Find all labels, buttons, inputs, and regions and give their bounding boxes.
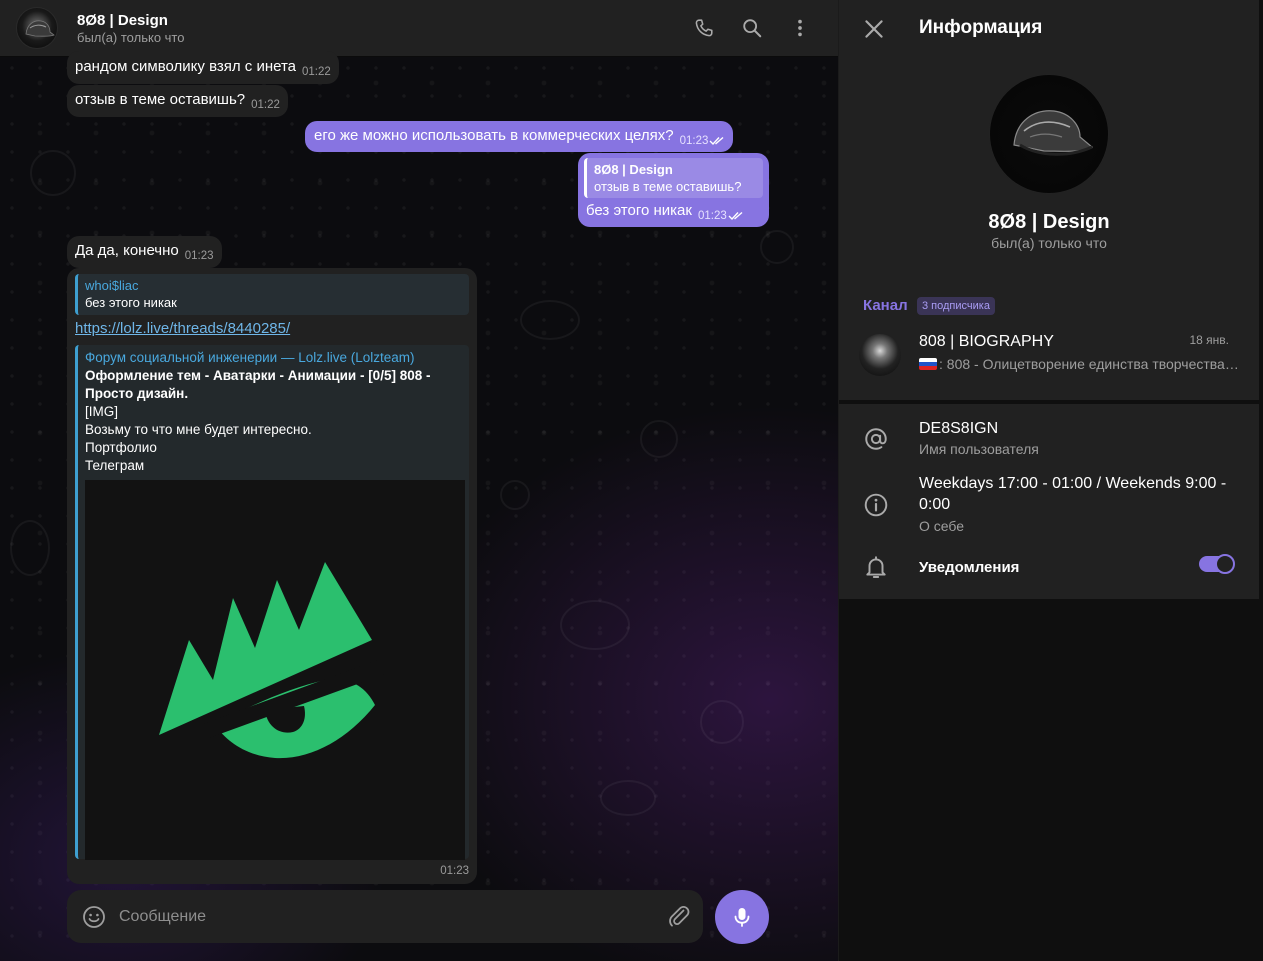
cap-image — [25, 20, 55, 37]
wallpaper-doodle — [30, 150, 76, 196]
chat-title[interactable]: 8Ø8 | Design — [77, 11, 184, 30]
wallpaper-doodle — [560, 600, 630, 650]
preview-line: [IMG] — [85, 404, 118, 419]
message-time: 01:23 — [698, 210, 744, 222]
message-composer[interactable] — [67, 890, 703, 943]
subscriber-count-badge: 3 подписчика — [917, 297, 995, 315]
wallpaper-doodle — [500, 480, 530, 510]
channel-date: 18 янв. — [1189, 333, 1229, 347]
wallpaper-doodle — [600, 780, 656, 816]
notifications-toggle[interactable] — [1199, 554, 1235, 574]
message-time: 01:23 — [440, 865, 469, 877]
profile-avatar[interactable] — [989, 74, 1109, 194]
bell-icon — [866, 556, 886, 578]
link-preview[interactable]: Форум социальной инженерии — Lolz.live (… — [75, 345, 469, 860]
details-section: DE8S8IGN Имя пользователя Weekdays 17:00… — [839, 404, 1259, 599]
chat-header[interactable]: 8Ø8 | Design был(а) только что — [0, 0, 838, 57]
search-icon[interactable] — [738, 14, 766, 42]
message-text: его же можно использовать в коммерческих… — [314, 127, 674, 144]
preview-line: Портфолио — [85, 440, 157, 455]
incoming-message[interactable]: Да да, конечно 01:23 — [67, 236, 222, 268]
emoji-icon[interactable] — [82, 905, 106, 929]
message-time: 01:23 — [184, 250, 214, 262]
username-value[interactable]: DE8S8IGN — [919, 418, 1239, 439]
close-icon[interactable] — [861, 16, 887, 42]
preview-title: Оформление тем - Аватарки - Анимации - [… — [85, 368, 431, 401]
channel-name[interactable]: 808 | BIOGRAPHY — [919, 333, 1054, 351]
cap-image — [1013, 110, 1094, 156]
message-input[interactable] — [119, 907, 649, 926]
mic-icon — [734, 908, 750, 927]
profile-status: был(а) только что — [991, 235, 1107, 251]
phone-icon[interactable] — [690, 14, 718, 42]
profile-section: Информация 8Ø8 | Design был(а) только чт… — [839, 0, 1259, 400]
reply-quote[interactable]: whoi$liac без этого никак — [75, 274, 469, 315]
thread-link[interactable]: https://lolz.live/threads/8440285/ — [75, 320, 290, 337]
russia-flag-icon — [919, 358, 937, 370]
reply-author: 8Ø8 | Design — [594, 162, 673, 177]
channel-description-text: : 808 - Олицетворение единства творчеств… — [939, 356, 1239, 372]
incoming-message[interactable]: отзыв в теме оставишь? 01:22 — [67, 85, 288, 117]
attach-icon[interactable] — [667, 904, 691, 928]
avatar[interactable] — [16, 7, 58, 49]
read-ticks-icon — [728, 211, 743, 221]
reply-author: whoi$liac — [85, 278, 139, 293]
wallpaper-doodle — [760, 230, 794, 264]
preview-line: Возьму то что мне будет интересно. — [85, 422, 312, 437]
reply-text: без этого никак — [85, 295, 177, 310]
eye-logo-icon — [159, 562, 385, 759]
message-text: отзыв в теме оставишь? — [75, 91, 246, 108]
message-time: 01:23 — [680, 135, 726, 147]
time-label: 01:23 — [697, 210, 727, 222]
preview-line: Телеграм — [85, 458, 145, 473]
wallpaper-doodle — [520, 300, 580, 340]
notifications-label: Уведомления — [919, 559, 1020, 576]
incoming-message[interactable]: рандом символику взял с инета 01:22 — [67, 51, 339, 84]
message-text: без этого никак — [586, 202, 692, 219]
chat-area: 8Ø8 | Design был(а) только что рандом си… — [0, 0, 838, 961]
username-label: Имя пользователя — [919, 441, 1039, 457]
wallpaper-doodle — [640, 420, 678, 458]
message-time: 01:22 — [302, 66, 331, 78]
wallpaper-doodle — [700, 700, 744, 744]
reply-quote[interactable]: 8Ø8 | Design отзыв в теме оставишь? — [584, 158, 763, 198]
read-ticks-icon — [709, 136, 724, 146]
channel-label: Канал — [863, 297, 908, 314]
channel-avatar[interactable] — [859, 334, 901, 376]
message-text: Да да, конечно — [75, 242, 179, 259]
more-vertical-icon[interactable] — [786, 14, 814, 42]
chat-status: был(а) только что — [77, 29, 185, 45]
info-panel: Информация 8Ø8 | Design был(а) только чт… — [838, 0, 1263, 961]
voice-record-button[interactable] — [715, 890, 769, 944]
wallpaper-doodle — [10, 520, 50, 576]
panel-title: Информация — [919, 17, 1043, 38]
at-icon — [865, 428, 887, 450]
channel-description: : 808 - Олицетворение единства творчеств… — [919, 356, 1239, 372]
info-icon — [864, 493, 888, 517]
about-value[interactable]: Weekdays 17:00 - 01:00 / Weekends 9:00 -… — [919, 473, 1239, 515]
incoming-message[interactable]: whoi$liac без этого никак https://lolz.l… — [67, 268, 477, 884]
message-time: 01:22 — [251, 99, 280, 111]
outgoing-message[interactable]: 8Ø8 | Design отзыв в теме оставишь? без … — [578, 153, 769, 227]
preview-image[interactable] — [85, 480, 465, 860]
message-text: рандом символику взял с инета — [75, 58, 297, 75]
time-label: 01:23 — [679, 135, 709, 147]
preview-site: Форум социальной инженерии — Lolz.live (… — [85, 350, 415, 365]
reply-text: отзыв в теме оставишь? — [594, 179, 742, 194]
about-label: О себе — [919, 518, 965, 534]
profile-name: 8Ø8 | Design — [988, 211, 1110, 233]
outgoing-message[interactable]: его же можно использовать в коммерческих… — [305, 121, 734, 152]
